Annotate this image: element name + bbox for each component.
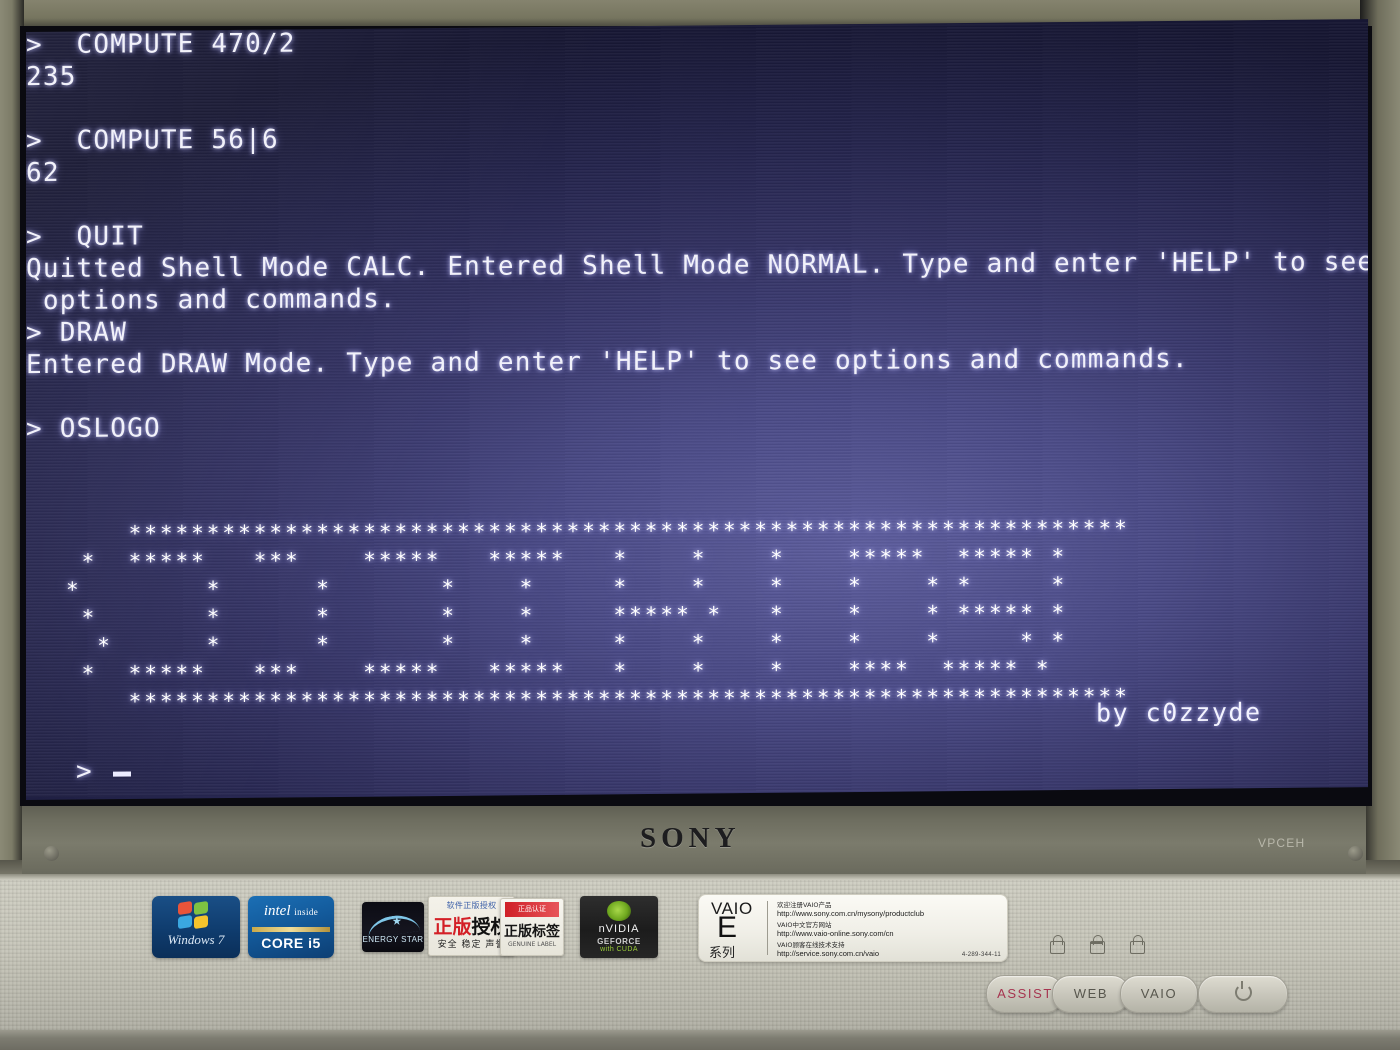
vaio-link-caption: VAIO中文官方网站	[777, 921, 832, 929]
power-button[interactable]	[1198, 975, 1288, 1013]
vaio-button[interactable]: VAIO	[1120, 975, 1198, 1013]
laptop-photo: > COMPUTE 470/2 235 > COMPUTE 56|6 62 > QUIT…	[0, 0, 1400, 1050]
nvidia-geforce-label: GEFORCE	[597, 937, 641, 946]
command-prompt[interactable]: >	[76, 757, 131, 787]
web-button[interactable]: WEB	[1052, 975, 1130, 1013]
text-cursor	[112, 771, 131, 777]
sticker-vaio-series-info: VAIO E 系列 欢迎注册VAIO产品 http://www.sony.com.…	[698, 894, 1008, 962]
vaio-link-caption: 欢迎注册VAIO产品	[777, 901, 832, 909]
nvidia-name: nVIDIA	[598, 923, 640, 935]
prompt-symbol: >	[76, 756, 93, 787]
sony-brand-logo: SONY	[640, 822, 741, 854]
windows7-label: Windows 7	[167, 932, 225, 947]
energy-star-label: ENERGY STAR	[362, 935, 424, 944]
palm-rest-bottom-edge	[0, 1030, 1400, 1050]
genuine-main-red: 正版	[433, 916, 472, 938]
sticker-nvidia-geforce: nVIDIA GEFORCE with CUDA	[580, 896, 658, 958]
status-indicator-group	[1048, 935, 1168, 960]
ascii-art-signature: by c0zzyde	[1096, 697, 1262, 728]
nvidia-eye-icon	[607, 901, 631, 921]
genuine2-header: 正品认证	[505, 902, 559, 917]
hinge-screw-left	[44, 846, 59, 861]
intel-gold-bar	[252, 927, 330, 932]
lock-indicator-icon	[1048, 935, 1065, 955]
vaio-link-url: http://www.sony.com.cn/mysony/productclu…	[777, 909, 925, 918]
model-code-label: VPCEH	[1258, 836, 1306, 850]
terminal-input-line: > OSLOGO	[26, 413, 161, 445]
intel-wordmark: intel inside	[248, 903, 334, 920]
power-icon	[1234, 981, 1252, 1001]
vaio-sticker-divider	[767, 901, 768, 955]
vaio-series-cn: 系列	[709, 946, 736, 961]
sticker-energy-star: ★ ENERGY STAR	[362, 902, 424, 952]
laptop-screen: > COMPUTE 470/2 235 > COMPUTE 56|6 62 > QUIT…	[26, 19, 1368, 801]
num-lock-indicator-icon	[1128, 935, 1145, 955]
intel-inside-text: inside	[294, 907, 319, 917]
ascii-art-logo: ****************************************…	[66, 516, 1130, 714]
windows-flag-icon	[178, 900, 212, 930]
sticker-intel-core-i5: intel inside CORE i5	[248, 896, 334, 958]
caps-lock-indicator-icon	[1088, 935, 1105, 955]
sticker-genuine-label-cn: 正品认证 正版标签 GENUINE LABEL	[500, 898, 564, 956]
intel-core-label: CORE i5	[261, 935, 321, 951]
hinge-screw-right	[1348, 846, 1363, 861]
genuine2-main: 正版标签	[504, 924, 560, 940]
vaio-link-caption: VAIO顾客在线技术支持	[777, 941, 845, 949]
genuine2-sub: GENUINE LABEL	[507, 941, 557, 948]
intel-name: intel	[263, 903, 291, 919]
vaio-link-url: http://www.vaio-online.sony.com/cn	[777, 929, 894, 938]
terminal-output: > COMPUTE 470/2 235 > COMPUTE 56|6 62 > QUIT…	[26, 22, 1368, 445]
energy-star-star-icon: ★	[392, 910, 402, 929]
screen-content: > COMPUTE 470/2 235 > COMPUTE 56|6 62 > QUIT…	[26, 22, 1368, 798]
vaio-series-letter: E	[717, 911, 738, 944]
sticker-windows7: Windows 7	[152, 896, 240, 958]
vaio-sticker-part-code: 4-289-344-11	[961, 952, 1001, 958]
palm-rest-top-edge	[0, 874, 1400, 880]
nvidia-cuda-label: with CUDA	[600, 946, 638, 953]
